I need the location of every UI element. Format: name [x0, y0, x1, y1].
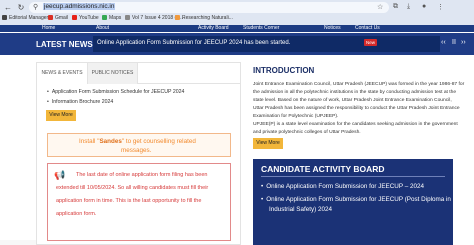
introduction-title: INTRODUCTION [253, 66, 315, 75]
bookmark-maps[interactable]: Maps [102, 15, 121, 21]
activity-item-post-diploma-cont[interactable]: Industrial Safety) 2024 [269, 206, 332, 213]
activity-item-jeecup[interactable]: Online Application Form Submission for J… [261, 183, 424, 190]
site-nav: Home About Activity Board Students Corne… [0, 25, 474, 32]
intro-text-line: and private polytechnic colleges of Utta… [253, 130, 361, 135]
back-icon[interactable]: ← [3, 3, 13, 13]
profile-icon[interactable]: ● [422, 3, 426, 10]
intro-text-line: UPJEE(P) is a state level examination fo… [253, 122, 458, 127]
news-item-schedule[interactable]: Application Form Submission Schedule for… [47, 89, 185, 95]
address-bar[interactable]: ⚲ jeecup.admissions.nic.in [29, 2, 389, 13]
news-tabs: NEWS & EVENTS PUBLIC NOTICES [37, 63, 240, 84]
notice-line: The last date of online application form… [76, 172, 208, 178]
intro-text-line: Joint Entrance Examination Council, Utta… [253, 82, 465, 87]
notice-line: application form in time. This is the la… [56, 198, 202, 204]
nav-activity-board[interactable]: Activity Board [198, 25, 229, 32]
download-icon[interactable]: ⤓ [407, 3, 410, 11]
news-item-brochure[interactable]: Information Brochure 2024 [47, 99, 113, 105]
site-info-icon[interactable]: ⚲ [33, 3, 38, 11]
intro-text-line: Examination for Polytechnic (UPJEEP). [253, 114, 339, 119]
notice-line: extended till 10/05/2024. So all willing… [56, 185, 209, 191]
browser-chrome: ← ↻ ⚲ jeecup.admissions.nic.in ☆ ⧉ ⤓ ● ⋮… [0, 0, 474, 25]
intro-text-line: state level. Based on the nature of work… [253, 98, 452, 103]
view-more-button[interactable]: View More [46, 110, 76, 121]
tab-public-notices[interactable]: PUBLIC NOTICES [88, 63, 138, 84]
pause-icon[interactable]: II [452, 39, 456, 46]
bookmark-youtube[interactable]: YouTube [72, 15, 99, 21]
deadline-notice: 📢 The last date of online application fo… [47, 163, 231, 241]
news-panel: NEWS & EVENTS PUBLIC NOTICES Application… [36, 62, 241, 245]
reload-icon[interactable]: ↻ [16, 3, 26, 13]
extensions-icon[interactable]: ⧉ [393, 3, 398, 11]
tab-news-events[interactable]: NEWS & EVENTS [37, 63, 88, 84]
candidate-activity-board: CANDIDATE ACTIVITY BOARD Online Applicat… [253, 159, 453, 245]
nav-about[interactable]: About [96, 25, 109, 32]
star-icon[interactable]: ☆ [377, 3, 383, 11]
intro-text-line: the admission in all the polytechnic ins… [253, 90, 457, 95]
nav-students-corner[interactable]: Students Corner [243, 25, 279, 32]
next-icon[interactable]: ›› [461, 39, 466, 46]
bookmark-research[interactable]: Researching Naturali... [175, 15, 233, 21]
new-badge: New [364, 39, 378, 46]
url-text[interactable]: jeecup.admissions.nic.in [43, 3, 116, 10]
page-edge [0, 240, 36, 245]
prev-icon[interactable]: ‹‹ [441, 39, 446, 46]
bookmark-item[interactable]: Editorial Manager® [2, 15, 52, 21]
sandes-text-line2: messages. [121, 147, 152, 154]
divider [261, 176, 445, 177]
menu-icon[interactable]: ⋮ [437, 3, 444, 11]
nav-home[interactable]: Home [42, 25, 55, 32]
news-ticker-text[interactable]: Online Application Form Submission for J… [97, 40, 290, 46]
bookmark-gmail[interactable]: Gmail [48, 15, 68, 21]
intro-text-line: Uttar Pradesh has been assigned the resp… [253, 106, 460, 111]
nav-notices[interactable]: Notices [324, 25, 341, 32]
latest-news-bar: LATEST NEWS Online Application Form Subm… [0, 33, 474, 55]
bookmarks-bar: Editorial Manager® Gmail YouTube Maps Vo… [0, 14, 474, 24]
intro-view-more-button[interactable]: View More [253, 138, 283, 149]
sandes-banner[interactable]: Install "Sandes" to get counselling rela… [47, 133, 231, 157]
latest-news-label: LATEST NEWS [36, 40, 93, 49]
sandes-text-line1: Install "Sandes" to get counselling rela… [79, 138, 196, 145]
activity-board-title: CANDIDATE ACTIVITY BOARD [261, 164, 385, 174]
megaphone-icon: 📢 [54, 170, 66, 180]
notice-line: application form. [56, 211, 97, 217]
nav-contact[interactable]: Contact Us [355, 25, 380, 32]
news-ticker[interactable]: Online Application Form Submission for J… [93, 36, 440, 52]
activity-item-post-diploma[interactable]: Online Application Form Submission for J… [261, 196, 451, 203]
